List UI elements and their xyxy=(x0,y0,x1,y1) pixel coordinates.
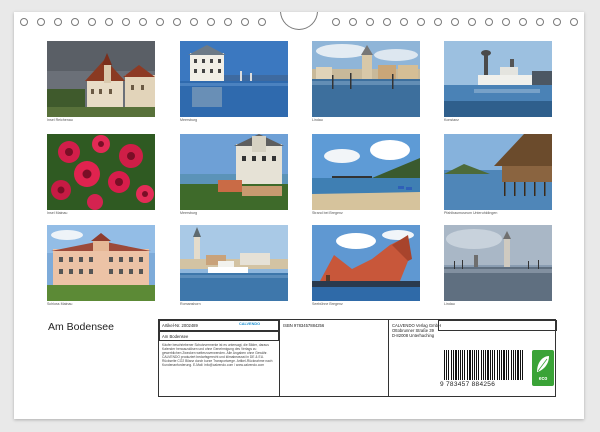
isbn: ISBN 9783457884256 xyxy=(283,323,325,328)
legal-text: Käufer beschriebener Schutzvermerke ist … xyxy=(162,343,273,367)
photo-tile[interactable]: Insel Reichenau xyxy=(47,41,155,123)
photo-caption: Strand bei Bregenz xyxy=(312,211,343,215)
photo xyxy=(444,134,552,210)
photo-tile[interactable]: Pfahlbaumuseum Unteruhldingen xyxy=(444,134,552,216)
photo xyxy=(444,225,552,301)
photo xyxy=(312,41,420,117)
photo xyxy=(47,134,155,210)
photo-tile[interactable]: Schloss Mainau xyxy=(47,225,155,307)
photo xyxy=(180,41,288,117)
photo xyxy=(312,134,420,210)
photo-caption: Pfahlbaumuseum Unteruhldingen xyxy=(444,211,498,215)
barcode xyxy=(444,350,524,380)
eco-label: eco xyxy=(538,376,548,382)
photo-tile[interactable]: Meersburg xyxy=(180,41,288,123)
photo-tile[interactable]: Seebühne Bregenz xyxy=(312,225,420,307)
product-info-box: Artikel-Nr. 2002489 CALVENDO Am Bodensee… xyxy=(158,319,557,397)
photo-tile[interactable]: Lindau xyxy=(444,225,552,307)
photo-caption: Meersburg xyxy=(180,118,198,122)
barcode-number: 9 783457 884256 xyxy=(440,381,496,388)
photo-caption: Meersburg xyxy=(180,211,198,215)
isbn-cell xyxy=(279,320,389,397)
photo-tile[interactable]: Romanshorn xyxy=(180,225,288,307)
photo xyxy=(180,225,288,301)
article-number: Artikel-Nr. 2002489 xyxy=(162,323,198,328)
photo xyxy=(47,41,155,117)
photo-caption: Seebühne Bregenz xyxy=(312,302,343,306)
eco-badge: eco xyxy=(532,350,554,386)
publisher-city: D-82008 Unterhaching xyxy=(392,333,435,338)
leaf-icon xyxy=(537,356,549,372)
photo-tile[interactable]: Lindau xyxy=(312,41,420,123)
photo-tile[interactable]: Konstanz xyxy=(444,41,552,123)
photo-caption: Insel Reichenau xyxy=(47,118,73,122)
photo-caption: Konstanz xyxy=(444,118,459,122)
photo-caption: Romanshorn xyxy=(180,302,201,306)
info-title: Am Bodensee xyxy=(162,334,189,339)
photo-grid: Insel Reichenau Meersburg Lindau Konstan… xyxy=(14,12,584,332)
photo-caption: Lindau xyxy=(312,118,323,122)
photo-tile[interactable]: Insel Mainau xyxy=(47,134,155,216)
photo-tile[interactable]: Strand bei Bregenz xyxy=(312,134,420,216)
photo xyxy=(312,225,420,301)
right-header-cell xyxy=(438,320,557,331)
photo-caption: Insel Mainau xyxy=(47,211,68,215)
photo-caption: Lindau xyxy=(444,302,455,306)
photo xyxy=(180,134,288,210)
calendar-title: Am Bodensee xyxy=(48,321,114,333)
photo-tile[interactable]: Meersburg xyxy=(180,134,288,216)
photo-caption: Schloss Mainau xyxy=(47,302,73,306)
photo xyxy=(444,41,552,117)
photo xyxy=(47,225,155,301)
calvendo-logo: CALVENDO xyxy=(239,322,261,326)
calendar-back-page: Insel Reichenau Meersburg Lindau Konstan… xyxy=(14,12,584,419)
barcode-area: 9 783457 884256 eco xyxy=(438,344,557,397)
